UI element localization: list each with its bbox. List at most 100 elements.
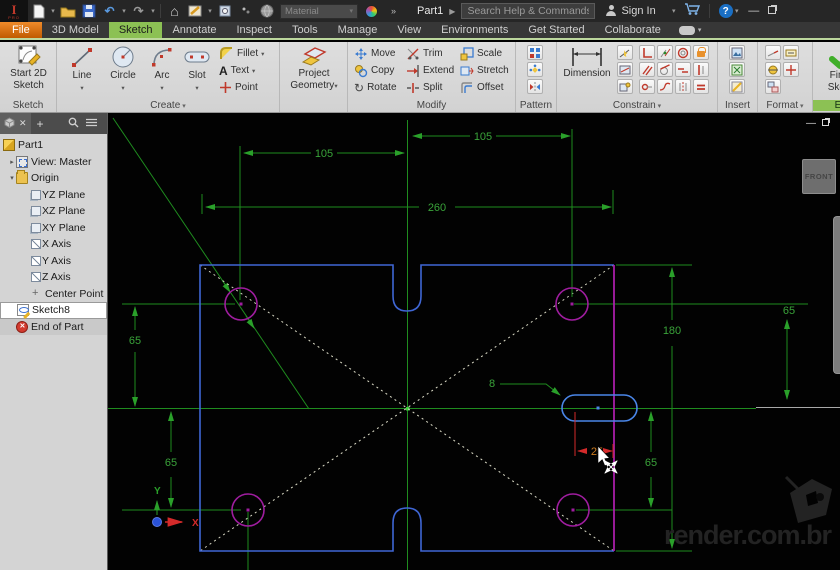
dimension-105-right[interactable]: 105 (412, 131, 571, 143)
insert-acad-button[interactable] (729, 79, 745, 94)
construction-line-diagonal[interactable] (112, 117, 310, 410)
constraint-concentric-button[interactable] (675, 45, 691, 60)
dimension-25-selected[interactable]: 25 (574, 412, 614, 458)
dimension-65-right-lower[interactable]: 65 (645, 411, 657, 508)
rectangular-pattern-button[interactable] (527, 45, 543, 60)
constraint-equal-button[interactable] (693, 79, 709, 94)
dimension-65-left-lower[interactable]: 65 (165, 411, 177, 508)
fillet-dropdown[interactable] (261, 48, 264, 59)
panel-label-exit[interactable]: Exit (813, 100, 840, 111)
insert-points-button[interactable] (729, 62, 745, 77)
home-view-button[interactable]: ⌂ (165, 2, 184, 20)
tab-view[interactable]: View (387, 22, 431, 38)
trim-button[interactable]: Trim (406, 45, 454, 62)
tree-item-end-of-part[interactable]: End of Part (0, 318, 107, 335)
tab-annotate[interactable]: Annotate (162, 22, 226, 38)
line-dropdown[interactable] (80, 82, 83, 94)
browser-model-tab[interactable]: ✕ (0, 113, 31, 134)
measure-button[interactable] (215, 2, 234, 20)
view-dropdown[interactable] (206, 7, 214, 15)
help-button[interactable]: ? (718, 4, 733, 18)
tree-item-xz-plane[interactable]: XZ Plane (0, 203, 107, 220)
tab-inspect[interactable]: Inspect (227, 22, 282, 38)
split-button[interactable]: Split (406, 79, 454, 96)
driven-dimension-button[interactable] (783, 45, 799, 60)
stretch-button[interactable]: Stretch (460, 62, 509, 79)
tree-item-part1[interactable]: Part1 (0, 137, 107, 154)
circle-button[interactable]: Circle (103, 44, 143, 93)
line-button[interactable]: Line (65, 44, 99, 93)
rotate-button[interactable]: ↻ Rotate (354, 79, 397, 96)
navigation-bar[interactable] (833, 216, 840, 374)
constraint-symmetric-button[interactable] (675, 79, 691, 94)
tree-item-origin[interactable]: ▾ Origin (0, 170, 107, 187)
tab-sketch[interactable]: Sketch (108, 22, 163, 38)
panel-label-create[interactable]: Create (57, 100, 279, 111)
text-button[interactable]: A Text (219, 62, 264, 79)
move-button[interactable]: Move (354, 45, 397, 62)
browser-add-tab-button[interactable]: + (37, 117, 44, 131)
tab-collaborate[interactable]: Collaborate (595, 22, 671, 38)
dimension-105-left[interactable]: 105 (243, 148, 405, 160)
open-button[interactable] (58, 2, 77, 20)
circular-pattern-button[interactable] (527, 62, 543, 77)
constraint-settings-button[interactable] (617, 79, 633, 94)
tab-3d-model[interactable]: 3D Model (42, 22, 109, 38)
constraint-coincident-button[interactable] (657, 45, 673, 60)
project-geometry-button[interactable]: Project Geometry (284, 46, 344, 91)
window-minimize-button[interactable]: — (745, 5, 763, 17)
toolbar-expand-chevron[interactable] (383, 2, 402, 20)
dimension-button[interactable]: Dimension (559, 46, 615, 80)
browser-menu-icon[interactable] (85, 118, 97, 130)
tree-item-y-axis[interactable]: Y Axis (0, 253, 107, 270)
sign-in-dropdown[interactable] (670, 7, 678, 15)
insert-image-button[interactable] (729, 45, 745, 60)
tab-file[interactable]: File (0, 22, 42, 38)
panel-label-format[interactable]: Format (758, 100, 812, 111)
sketch-only-edit-button[interactable] (765, 79, 781, 94)
constraint-parallel-button[interactable] (639, 62, 655, 77)
text-dropdown[interactable] (252, 65, 255, 76)
new-file-button[interactable] (29, 2, 48, 20)
material-select[interactable]: Material (280, 3, 358, 19)
dimension-8-slot-leader[interactable]: 8 (489, 378, 561, 396)
sign-in-button[interactable]: Sign In (621, 5, 655, 17)
slot-button[interactable]: Slot (181, 44, 213, 93)
constraint-tangent-button[interactable] (657, 62, 673, 77)
tree-item-center-point[interactable]: Center Point (0, 286, 107, 303)
tab-manage[interactable]: Manage (328, 22, 388, 38)
save-button[interactable] (79, 2, 98, 20)
dimension-65-left-upper[interactable]: 65 (129, 306, 141, 407)
document-restore-button[interactable] (822, 118, 829, 129)
browser-tab-close-icon[interactable]: ✕ (19, 118, 27, 129)
slot-dropdown[interactable] (195, 82, 198, 94)
search-input[interactable] (461, 3, 596, 19)
constraint-perpendicular-button[interactable] (639, 45, 655, 60)
point-button[interactable]: Point (219, 79, 264, 96)
panel-label-constrain[interactable]: Constrain (557, 100, 717, 111)
tab-get-started[interactable]: Get Started (518, 22, 594, 38)
center-point-button[interactable] (783, 62, 799, 77)
new-file-dropdown[interactable] (49, 7, 57, 15)
circle-dropdown[interactable] (121, 82, 124, 94)
screencast-camera-button[interactable] (678, 22, 702, 38)
graphics-canvas[interactable]: 105 105 260 65 65 180 65 65 8 25 Y X — F… (108, 113, 840, 570)
color-wheel-button[interactable] (362, 2, 381, 20)
viewcube[interactable]: FRONT (802, 159, 836, 194)
show-constraints-button[interactable] (617, 62, 633, 77)
tab-environments[interactable]: Environments (431, 22, 518, 38)
panel-label-sketch[interactable]: Sketch (0, 100, 56, 111)
expand-icon[interactable]: ▸ (8, 158, 16, 166)
tree-item-sketch8[interactable]: Sketch8 (0, 302, 107, 319)
sketch-view-button[interactable] (186, 2, 205, 20)
constraint-smooth-button[interactable] (657, 79, 673, 94)
tab-tools[interactable]: Tools (282, 22, 328, 38)
panel-label-modify[interactable]: Modify (348, 100, 515, 111)
tree-item-z-axis[interactable]: Z Axis (0, 269, 107, 286)
app-logo[interactable]: I PRO (0, 0, 28, 22)
extend-button[interactable]: Extend (406, 62, 454, 79)
store-cart-button[interactable] (684, 3, 700, 19)
browser-search-icon[interactable] (68, 117, 79, 131)
auto-dimension-button[interactable] (617, 45, 633, 60)
panel-label-pattern[interactable]: Pattern (516, 100, 556, 111)
